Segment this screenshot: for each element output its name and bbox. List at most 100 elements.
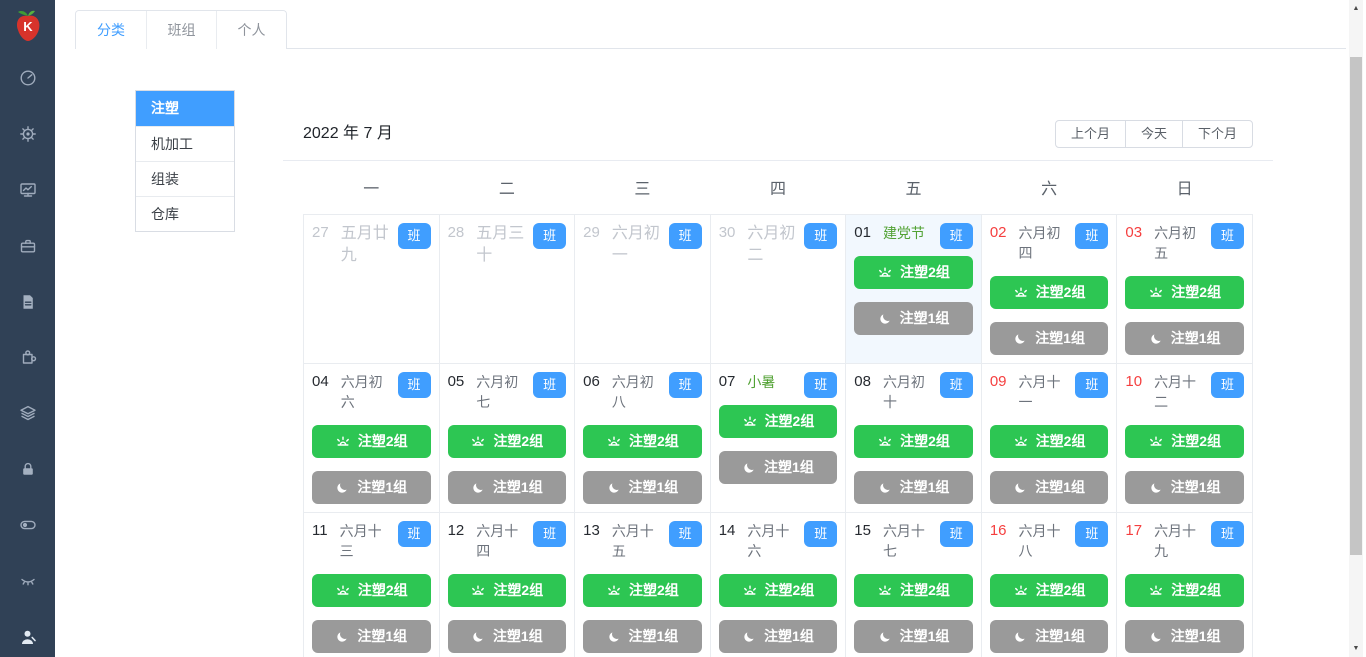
- day-shift-button[interactable]: 注塑2组: [989, 573, 1109, 607]
- calendar-day-cell[interactable]: 03 六月初五班注塑2组 注塑1组: [1116, 213, 1253, 364]
- day-shift-button[interactable]: 注塑2组: [854, 424, 973, 458]
- day-shift-button[interactable]: 注塑2组: [447, 424, 567, 458]
- tab-personal[interactable]: 个人: [216, 11, 286, 49]
- category-item-machining[interactable]: 机加工: [136, 126, 234, 161]
- calendar-day-cell[interactable]: 04 六月初六班注塑2组 注塑1组: [303, 362, 440, 513]
- sidebar-item-documents[interactable]: [0, 274, 55, 330]
- shift-badge[interactable]: 班: [533, 520, 567, 547]
- calendar-day-cell[interactable]: 05 六月初七班注塑2组 注塑1组: [438, 362, 576, 513]
- calendar-day-cell[interactable]: 06 六月初八班注塑2组 注塑1组: [574, 362, 711, 513]
- shift-badge[interactable]: 班: [668, 222, 702, 249]
- category-item-injection[interactable]: 注塑: [136, 91, 234, 126]
- shift-badge[interactable]: 班: [533, 222, 567, 249]
- calendar-day-cell[interactable]: 11 六月十三班注塑2组 注塑1组: [303, 511, 440, 657]
- day-shift-button[interactable]: 注塑2组: [718, 404, 838, 438]
- calendar-day-cell[interactable]: 12 六月十四班注塑2组 注塑1组: [438, 511, 576, 657]
- night-shift-button[interactable]: 注塑1组: [1125, 470, 1244, 504]
- sidebar-item-modules[interactable]: [0, 329, 55, 385]
- shift-badge[interactable]: 班: [668, 371, 702, 398]
- sidebar-item-dashboard[interactable]: [0, 50, 55, 106]
- shift-badge[interactable]: 班: [939, 371, 973, 398]
- calendar-day-cell[interactable]: 27 五月廿九班: [303, 213, 440, 364]
- shift-badge[interactable]: 班: [397, 520, 431, 547]
- sidebar-item-layers[interactable]: [0, 385, 55, 441]
- scrollbar[interactable]: ▲ ▼: [1349, 0, 1363, 657]
- night-shift-button[interactable]: 注塑1组: [989, 321, 1109, 355]
- shift-badge[interactable]: 班: [939, 222, 973, 249]
- tab-team[interactable]: 班组: [146, 11, 216, 49]
- scrollbar-thumb[interactable]: [1350, 57, 1362, 555]
- category-item-assembly[interactable]: 组装: [136, 161, 234, 196]
- night-shift-button[interactable]: 注塑1组: [1125, 619, 1244, 653]
- calendar-day-cell[interactable]: 29 六月初一班: [574, 213, 711, 364]
- day-shift-button[interactable]: 注塑2组: [854, 573, 973, 607]
- day-shift-button[interactable]: 注塑2组: [854, 255, 973, 289]
- night-shift-button[interactable]: 注塑1组: [854, 619, 973, 653]
- calendar-day-cell[interactable]: 14 六月十六班注塑2组 注塑1组: [709, 511, 847, 657]
- category-item-warehouse[interactable]: 仓库: [136, 196, 234, 231]
- sidebar-item-work[interactable]: [0, 218, 55, 274]
- shift-badge[interactable]: 班: [1211, 222, 1244, 249]
- day-shift-button[interactable]: 注塑2组: [1125, 573, 1244, 607]
- shift-badge[interactable]: 班: [1211, 371, 1244, 398]
- night-shift-button[interactable]: 注塑1组: [312, 470, 431, 504]
- calendar-day-cell[interactable]: 08 六月初十班注塑2组 注塑1组: [845, 362, 982, 513]
- shift-badge[interactable]: 班: [533, 371, 567, 398]
- calendar-day-cell[interactable]: 10 六月十二班注塑2组 注塑1组: [1116, 362, 1253, 513]
- day-shift-button[interactable]: 注塑2组: [583, 424, 702, 458]
- night-shift-button[interactable]: 注塑1组: [447, 470, 567, 504]
- sidebar-item-users[interactable]: [0, 609, 55, 657]
- shift-badge[interactable]: 班: [804, 371, 838, 398]
- calendar-day-cell[interactable]: 16 六月十八班注塑2组 注塑1组: [980, 511, 1118, 657]
- tab-category[interactable]: 分类: [76, 11, 146, 49]
- day-shift-button[interactable]: 注塑2组: [583, 573, 702, 607]
- prev-month-button[interactable]: 上个月: [1054, 120, 1126, 148]
- sidebar-item-hidden[interactable]: [0, 553, 55, 609]
- shift-badge[interactable]: 班: [804, 222, 838, 249]
- sidebar-item-switch[interactable]: [0, 497, 55, 553]
- night-shift-button[interactable]: 注塑1组: [1125, 321, 1244, 355]
- day-shift-button[interactable]: 注塑2组: [718, 573, 838, 607]
- shift-badge[interactable]: 班: [397, 222, 431, 249]
- day-shift-button[interactable]: 注塑2组: [989, 424, 1109, 458]
- calendar-day-cell[interactable]: 01 建党节班注塑2组 注塑1组: [845, 213, 982, 364]
- calendar-day-cell[interactable]: 07 小暑 班注塑2组 注塑1组: [709, 362, 847, 513]
- night-shift-button[interactable]: 注塑1组: [854, 301, 973, 335]
- scrollbar-down-icon[interactable]: ▼: [1349, 645, 1363, 652]
- day-shift-button[interactable]: 注塑2组: [312, 424, 431, 458]
- shift-badge[interactable]: 班: [668, 520, 702, 547]
- night-shift-button[interactable]: 注塑1组: [718, 619, 838, 653]
- calendar-day-cell[interactable]: 15 六月十七班注塑2组 注塑1组: [845, 511, 982, 657]
- night-shift-button[interactable]: 注塑1组: [718, 450, 838, 484]
- shift-badge[interactable]: 班: [1211, 520, 1244, 547]
- calendar-day-cell[interactable]: 28 五月三十班: [438, 213, 576, 364]
- app-logo[interactable]: K: [0, 0, 55, 52]
- sidebar-item-reports[interactable]: [0, 162, 55, 218]
- shift-badge[interactable]: 班: [1075, 371, 1109, 398]
- night-shift-button[interactable]: 注塑1组: [989, 470, 1109, 504]
- day-shift-button[interactable]: 注塑2组: [1125, 275, 1244, 309]
- night-shift-button[interactable]: 注塑1组: [312, 619, 431, 653]
- night-shift-button[interactable]: 注塑1组: [447, 619, 567, 653]
- calendar-day-cell[interactable]: 17 六月十九班注塑2组 注塑1组: [1116, 511, 1253, 657]
- calendar-day-cell[interactable]: 02 六月初四班注塑2组 注塑1组: [980, 213, 1118, 364]
- shift-badge[interactable]: 班: [804, 520, 838, 547]
- next-month-button[interactable]: 下个月: [1181, 120, 1253, 148]
- shift-badge[interactable]: 班: [1075, 222, 1109, 249]
- night-shift-button[interactable]: 注塑1组: [583, 470, 702, 504]
- day-shift-button[interactable]: 注塑2组: [312, 573, 431, 607]
- night-shift-button[interactable]: 注塑1组: [989, 619, 1109, 653]
- calendar-day-cell[interactable]: 30 六月初二班: [709, 213, 847, 364]
- scrollbar-up-icon[interactable]: ▲: [1349, 5, 1363, 12]
- shift-badge[interactable]: 班: [939, 520, 973, 547]
- day-shift-button[interactable]: 注塑2组: [989, 275, 1109, 309]
- shift-badge[interactable]: 班: [397, 371, 431, 398]
- day-shift-button[interactable]: 注塑2组: [1125, 424, 1244, 458]
- night-shift-button[interactable]: 注塑1组: [583, 619, 702, 653]
- day-shift-button[interactable]: 注塑2组: [447, 573, 567, 607]
- sidebar-item-security[interactable]: [0, 441, 55, 497]
- calendar-day-cell[interactable]: 13 六月十五班注塑2组 注塑1组: [574, 511, 711, 657]
- calendar-day-cell[interactable]: 09 六月十一班注塑2组 注塑1组: [980, 362, 1118, 513]
- sidebar-item-settings[interactable]: [0, 106, 55, 162]
- shift-badge[interactable]: 班: [1075, 520, 1109, 547]
